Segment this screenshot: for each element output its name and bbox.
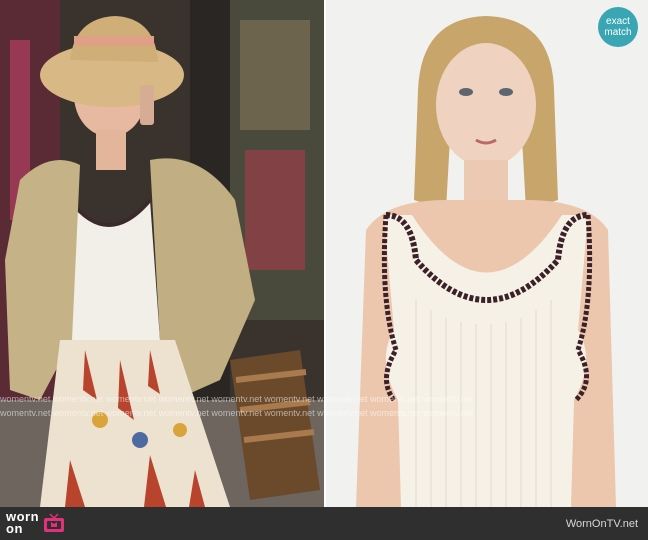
badge-line-1: exact [606,16,630,27]
exact-match-badge: exact match [598,7,638,47]
logo-line-2: on [6,521,23,536]
footer-bar [0,507,648,540]
site-name: WornOnTV.net [565,518,638,530]
logo-text: worn on [6,510,39,536]
right-photo [326,0,648,507]
left-photo [0,0,324,507]
wornontv-logo[interactable]: worn on [6,509,65,537]
badge-line-2: match [604,27,632,38]
tv-icon [44,513,65,532]
right-photo-illustration [326,0,648,507]
left-photo-illustration [0,0,324,507]
